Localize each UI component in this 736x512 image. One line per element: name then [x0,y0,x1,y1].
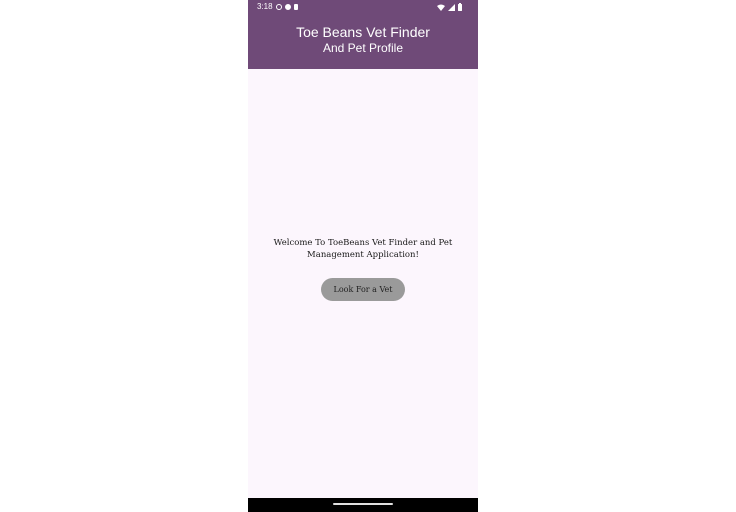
app-bar: Toe Beans Vet Finder And Pet Profile [248,14,478,69]
wifi-icon [437,4,445,11]
app-title: Toe Beans Vet Finder [296,24,430,40]
play-icon [284,4,291,10]
battery-icon [458,3,462,11]
status-bar-right [437,0,462,14]
home-gesture-handle[interactable] [333,503,393,505]
phone-screen: 3:18 Toe Beans Vet Finder And Pet Profil… [248,0,478,512]
status-bar: 3:18 [248,0,478,14]
whatsapp-icon [275,4,282,10]
look-for-vet-button[interactable]: Look For a Vet [321,278,405,301]
status-bar-left: 3:18 [257,0,298,14]
sim-card-icon [293,4,298,10]
app-subtitle: And Pet Profile [322,41,404,55]
navigation-bar [248,498,478,512]
welcome-message: Welcome To ToeBeans Vet Finder and Pet M… [273,238,453,260]
signal-icon [448,3,455,11]
status-time: 3:18 [257,2,273,11]
